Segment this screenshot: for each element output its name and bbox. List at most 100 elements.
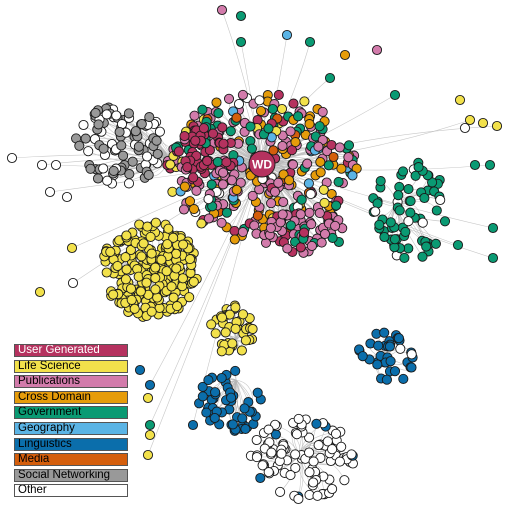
- node-linguistics[interactable]: [381, 374, 392, 385]
- node-publications[interactable]: [223, 93, 235, 104]
- node-other[interactable]: [370, 206, 381, 217]
- node-life-science[interactable]: [144, 429, 156, 441]
- node-government[interactable]: [293, 111, 304, 122]
- node-government[interactable]: [417, 251, 428, 262]
- node-publications[interactable]: [265, 223, 276, 234]
- node-other[interactable]: [78, 119, 89, 131]
- node-government[interactable]: [403, 243, 414, 254]
- node-life-science[interactable]: [188, 276, 199, 287]
- node-government[interactable]: [484, 159, 496, 171]
- node-government[interactable]: [394, 205, 405, 216]
- node-social-networking[interactable]: [127, 156, 138, 167]
- node-publications[interactable]: [249, 220, 260, 231]
- node-geography[interactable]: [303, 178, 314, 189]
- node-other[interactable]: [44, 186, 56, 198]
- node-life-science[interactable]: [220, 327, 231, 338]
- node-geography[interactable]: [281, 29, 293, 41]
- node-life-science[interactable]: [247, 323, 258, 335]
- node-government[interactable]: [397, 166, 409, 177]
- node-social-networking[interactable]: [108, 165, 119, 176]
- node-linguistics[interactable]: [187, 419, 199, 431]
- node-government[interactable]: [430, 238, 441, 249]
- node-life-science[interactable]: [237, 309, 249, 320]
- node-publications[interactable]: [237, 227, 248, 238]
- node-life-science[interactable]: [142, 449, 154, 461]
- node-linguistics[interactable]: [210, 387, 221, 398]
- node-social-networking[interactable]: [123, 108, 134, 119]
- node-government[interactable]: [400, 226, 411, 237]
- node-life-science[interactable]: [319, 197, 330, 208]
- node-linguistics[interactable]: [209, 412, 220, 424]
- node-social-networking[interactable]: [116, 140, 127, 151]
- node-linguistics[interactable]: [379, 327, 390, 338]
- node-government[interactable]: [379, 231, 390, 243]
- node-social-networking[interactable]: [114, 126, 125, 138]
- node-life-science[interactable]: [162, 239, 173, 250]
- node-social-networking[interactable]: [144, 112, 155, 123]
- node-social-networking[interactable]: [85, 163, 96, 174]
- node-government[interactable]: [333, 176, 344, 187]
- node-user-generated[interactable]: [190, 135, 201, 146]
- node-government[interactable]: [452, 239, 464, 251]
- node-life-science[interactable]: [172, 301, 183, 312]
- node-government[interactable]: [246, 143, 257, 154]
- node-government[interactable]: [221, 207, 232, 218]
- node-life-science[interactable]: [178, 239, 189, 250]
- node-publications[interactable]: [273, 177, 284, 188]
- node-other[interactable]: [334, 456, 345, 467]
- node-other[interactable]: [305, 189, 316, 200]
- node-other[interactable]: [142, 151, 153, 162]
- node-life-science[interactable]: [196, 218, 207, 229]
- node-other[interactable]: [346, 449, 357, 460]
- node-life-science[interactable]: [129, 303, 140, 314]
- node-life-science[interactable]: [150, 262, 161, 273]
- node-linguistics[interactable]: [384, 341, 395, 352]
- node-publications[interactable]: [269, 186, 281, 197]
- node-life-science[interactable]: [464, 114, 476, 126]
- node-government[interactable]: [419, 192, 430, 204]
- node-cross-domain[interactable]: [339, 49, 351, 61]
- node-publications[interactable]: [302, 158, 313, 169]
- node-life-science[interactable]: [136, 251, 147, 262]
- node-geography[interactable]: [347, 170, 358, 181]
- node-publications[interactable]: [266, 198, 277, 209]
- node-cross-domain[interactable]: [336, 163, 347, 174]
- node-user-generated[interactable]: [299, 227, 310, 238]
- node-government[interactable]: [421, 241, 432, 252]
- node-other[interactable]: [263, 424, 274, 435]
- node-life-science[interactable]: [216, 346, 227, 357]
- node-government[interactable]: [405, 207, 416, 218]
- node-life-science[interactable]: [121, 264, 132, 275]
- node-publications[interactable]: [319, 228, 331, 240]
- node-life-science[interactable]: [152, 292, 163, 303]
- node-government[interactable]: [403, 184, 414, 195]
- node-publications[interactable]: [226, 175, 237, 186]
- node-life-science[interactable]: [120, 274, 131, 285]
- node-publications[interactable]: [371, 44, 383, 56]
- node-publications[interactable]: [316, 237, 327, 248]
- node-publications[interactable]: [237, 89, 248, 100]
- node-life-science[interactable]: [477, 117, 489, 129]
- node-linguistics[interactable]: [239, 403, 250, 414]
- node-publications[interactable]: [285, 126, 296, 137]
- node-social-networking[interactable]: [74, 140, 85, 151]
- node-social-networking[interactable]: [124, 169, 135, 180]
- node-other[interactable]: [50, 159, 62, 171]
- node-linguistics[interactable]: [237, 413, 248, 424]
- node-linguistics[interactable]: [389, 366, 401, 377]
- node-life-science[interactable]: [121, 230, 132, 241]
- node-publications[interactable]: [216, 4, 228, 16]
- node-other[interactable]: [251, 434, 262, 446]
- node-linguistics[interactable]: [255, 472, 266, 484]
- node-government[interactable]: [213, 108, 224, 119]
- node-government[interactable]: [323, 160, 334, 171]
- node-cross-domain[interactable]: [255, 105, 267, 117]
- node-life-science[interactable]: [150, 217, 161, 228]
- node-life-science[interactable]: [142, 221, 153, 232]
- node-publications[interactable]: [216, 217, 227, 228]
- node-cross-domain[interactable]: [188, 204, 200, 215]
- node-life-science[interactable]: [184, 254, 196, 265]
- node-government[interactable]: [267, 103, 278, 115]
- node-government[interactable]: [343, 140, 355, 151]
- node-linguistics[interactable]: [398, 373, 409, 384]
